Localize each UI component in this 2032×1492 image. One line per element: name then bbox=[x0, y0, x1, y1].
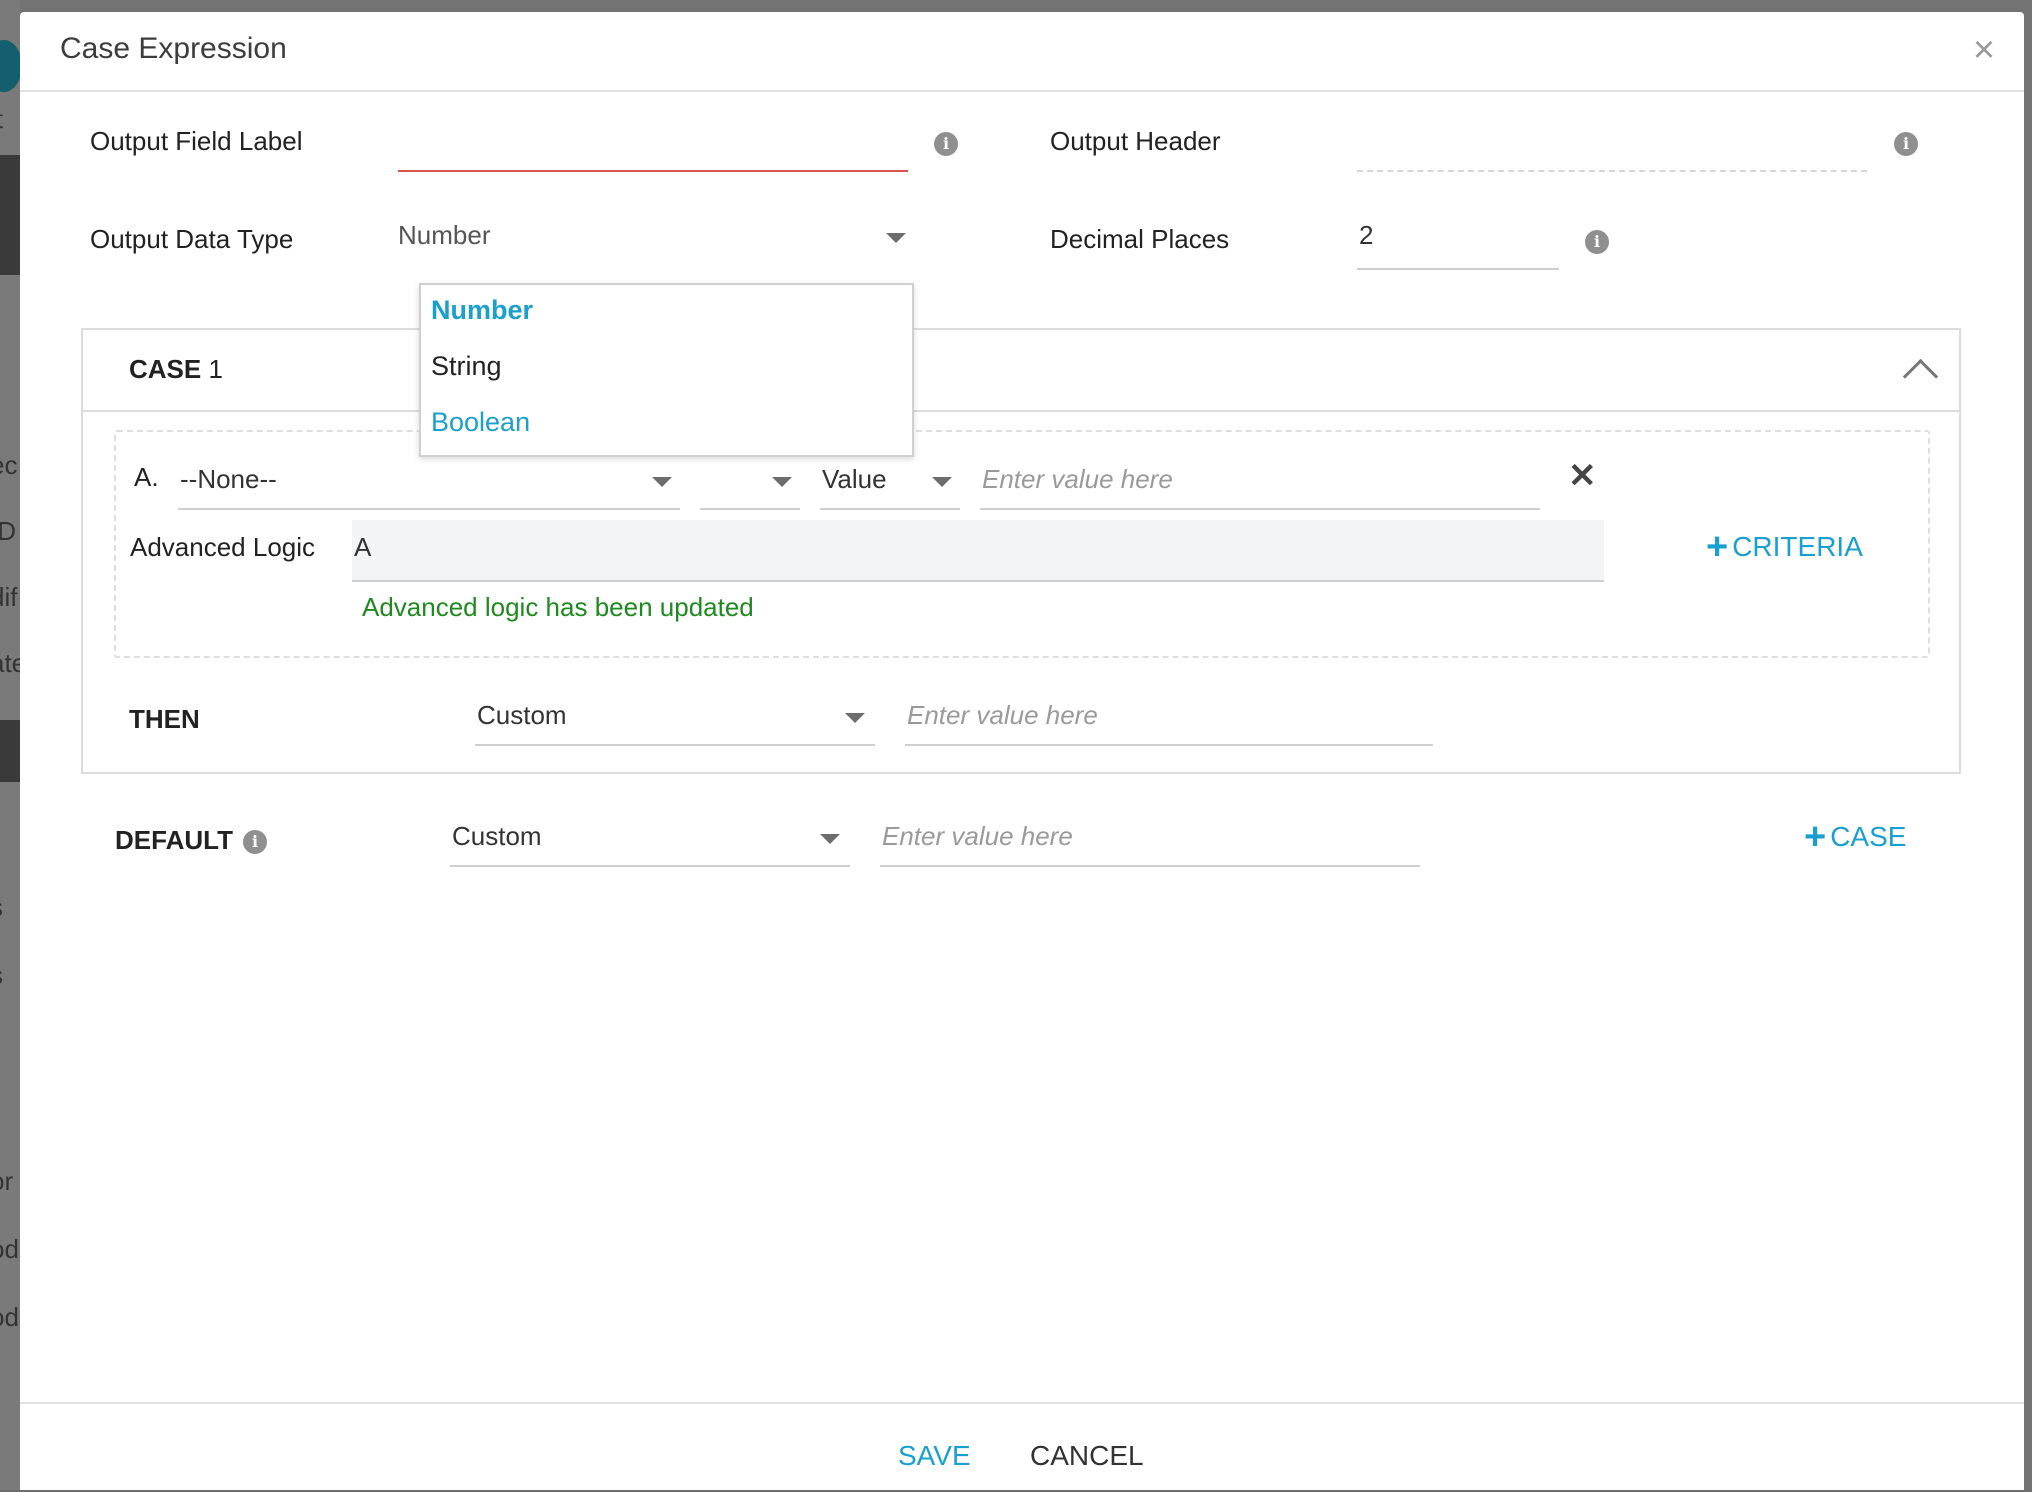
add-criteria-button[interactable]: + CRITERIA bbox=[1706, 526, 1863, 569]
close-icon[interactable]: × bbox=[1964, 30, 2004, 70]
output-header-input[interactable] bbox=[1357, 124, 1867, 172]
criteria-value-input[interactable]: Enter value here bbox=[980, 452, 1540, 510]
remove-criteria-icon[interactable]: ✕ bbox=[1568, 456, 1597, 496]
chevron-down-icon bbox=[820, 834, 840, 844]
default-value-input[interactable]: Enter value here bbox=[880, 809, 1420, 867]
case-panel: CASE 1 A. --None-- Value Enter value her… bbox=[81, 328, 1961, 774]
chevron-down-icon bbox=[886, 233, 906, 243]
criteria-box: A. --None-- Value Enter value here ✕ Adv… bbox=[114, 430, 1930, 658]
modal-title: Case Expression bbox=[60, 32, 287, 65]
background-text: od bbox=[0, 1234, 19, 1264]
modal-header: Case Expression × bbox=[20, 12, 2024, 92]
background-text: ID bbox=[0, 516, 16, 546]
advanced-logic-label: Advanced Logic bbox=[130, 532, 316, 562]
chevron-down-icon bbox=[932, 477, 952, 487]
background-text: od bbox=[0, 1302, 19, 1332]
chevron-down-icon bbox=[652, 477, 672, 487]
then-label: THEN bbox=[129, 704, 200, 734]
info-icon[interactable]: i bbox=[243, 830, 267, 854]
save-button[interactable]: SAVE bbox=[898, 1440, 971, 1472]
background-dark-band bbox=[0, 720, 20, 782]
output-data-type-label: Output Data Type bbox=[90, 224, 294, 254]
option-number[interactable]: Number bbox=[431, 295, 533, 326]
background-text: s bbox=[0, 960, 20, 991]
plus-icon: + bbox=[1706, 526, 1729, 568]
decimal-places-input[interactable]: 2 bbox=[1357, 212, 1559, 270]
background-text: it bbox=[0, 104, 20, 135]
advanced-logic-message: Advanced logic has been updated bbox=[362, 592, 754, 622]
info-icon[interactable]: i bbox=[1585, 230, 1609, 254]
default-label: DEFAULT bbox=[115, 825, 233, 855]
case-title: CASE 1 bbox=[129, 354, 223, 384]
criteria-operator-select[interactable] bbox=[700, 452, 800, 510]
criteria-letter: A. bbox=[134, 462, 159, 492]
background-dark-band bbox=[0, 155, 20, 275]
output-field-label-label: Output Field Label bbox=[90, 126, 303, 156]
chevron-down-icon bbox=[772, 477, 792, 487]
info-icon[interactable]: i bbox=[934, 132, 958, 156]
option-boolean[interactable]: Boolean bbox=[431, 407, 530, 438]
advanced-logic-input[interactable]: A bbox=[352, 520, 1604, 582]
background-text: dif bbox=[0, 582, 18, 612]
default-type-select[interactable]: Custom bbox=[450, 809, 850, 867]
background-text: ec bbox=[0, 450, 18, 480]
chevron-up-icon[interactable] bbox=[1902, 358, 1939, 395]
plus-icon: + bbox=[1804, 816, 1827, 858]
output-data-type-select[interactable]: Number bbox=[398, 212, 918, 266]
output-field-label-input[interactable] bbox=[398, 124, 908, 172]
info-icon[interactable]: i bbox=[1894, 132, 1918, 156]
criteria-field-select[interactable]: --None-- bbox=[178, 452, 680, 510]
then-type-select[interactable]: Custom bbox=[475, 688, 875, 746]
background-text: s bbox=[0, 892, 20, 923]
then-value-input[interactable]: Enter value here bbox=[905, 688, 1433, 746]
modal-footer: SAVE CANCEL bbox=[20, 1402, 2024, 1492]
case-header[interactable]: CASE 1 bbox=[83, 330, 1959, 412]
decimal-places-label: Decimal Places bbox=[1050, 224, 1230, 254]
background-text: ate bbox=[0, 648, 20, 678]
cancel-button[interactable]: CANCEL bbox=[1030, 1440, 1144, 1472]
background-text: or bbox=[0, 1166, 14, 1196]
chevron-down-icon bbox=[845, 713, 865, 723]
criteria-value-type-select[interactable]: Value bbox=[820, 452, 960, 510]
output-header-label: Output Header bbox=[1050, 126, 1221, 156]
add-case-button[interactable]: + CASE bbox=[1804, 816, 1906, 859]
data-type-dropdown-list: Number String Boolean bbox=[419, 283, 914, 457]
option-string[interactable]: String bbox=[431, 351, 502, 382]
case-expression-modal: Case Expression × Output Field Label i O… bbox=[20, 12, 2024, 1490]
